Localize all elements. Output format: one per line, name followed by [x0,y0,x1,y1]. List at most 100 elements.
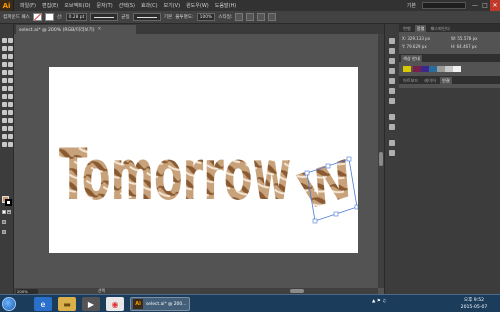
close-button[interactable]: ✕ [490,0,500,11]
maximize-button[interactable]: □ [480,0,490,11]
artwork-svg[interactable]: Tomorrow W [49,67,358,253]
lasso-tool-icon[interactable] [8,46,13,51]
screen-mode-icon[interactable] [2,230,6,234]
workspace-switcher[interactable]: 기본 [407,2,416,9]
menu-window[interactable]: 윈도우(W) [186,2,209,9]
free-transform-tool-icon[interactable] [8,94,13,99]
eyedropper-tool-icon[interactable] [2,118,7,123]
rectangle-tool-icon[interactable] [8,62,13,67]
tab-layers[interactable]: 레이어 [422,77,438,84]
taskbar-illustrator-button[interactable]: Ai select.ai* @ 200... [130,297,190,311]
align-icon[interactable] [257,13,266,21]
mesh-tool-icon[interactable] [2,110,7,115]
artboards-panel-icon[interactable] [389,150,395,156]
menu-object[interactable]: 오브젝트(O) [64,2,90,9]
transform-w-field[interactable]: W: 55.578 px [451,36,478,41]
gradient-tool-icon[interactable] [8,110,13,115]
menu-edit[interactable]: 편집(E) [42,2,58,9]
blend-tool-icon[interactable] [8,118,13,123]
transform-h-field[interactable]: H: 64.467 px [451,44,477,49]
media-player-icon[interactable]: ▶ [82,297,100,311]
vertical-scroll-thumb[interactable] [379,152,383,166]
fill-swatch[interactable] [32,13,42,21]
minimize-button[interactable]: — [470,0,480,11]
color-panel-icon[interactable] [389,38,395,44]
width-tool-icon[interactable] [2,94,7,99]
type-tool-icon[interactable] [8,54,13,59]
zoom-tool-icon[interactable] [8,142,13,147]
gradient-panel-icon[interactable] [389,88,395,94]
menu-help[interactable]: 도움말(H) [215,2,236,9]
slice-tool-icon[interactable] [8,134,13,139]
transform-x-field[interactable]: X: 329.133 px [402,36,430,41]
color-guide-swatch[interactable] [429,66,437,72]
graphic-styles-panel-icon[interactable] [389,124,395,130]
internet-explorer-icon[interactable]: e [34,297,52,311]
magic-wand-tool-icon[interactable] [2,46,7,51]
document-tab[interactable]: select.ai* @ 200% (RGB/미리보기) ✕ [16,25,136,34]
fill-stroke-widget[interactable] [2,196,12,206]
menu-select[interactable]: 선택(S) [119,2,135,9]
blob-brush-tool-icon[interactable] [2,78,7,83]
system-clock[interactable]: 오후 9:52 2015-05-07 [452,297,496,311]
color-guide-swatch[interactable] [445,66,453,72]
transform-y-field[interactable]: Y: 79.629 px [402,44,427,49]
stroke-weight-field[interactable]: 0.28 pt [65,13,88,21]
swatches-panel-icon[interactable] [389,48,395,54]
file-explorer-icon[interactable]: ▬ [58,297,76,311]
opacity-field[interactable]: 100% [196,13,216,21]
pen-tool-icon[interactable] [2,54,7,59]
horizontal-scroll-thumb[interactable] [290,289,304,293]
symbol-sprayer-tool-icon[interactable] [2,126,7,131]
color-guide-swatch[interactable] [421,66,429,72]
direct-selection-tool-icon[interactable] [8,38,13,43]
transform-icon[interactable] [268,13,277,21]
column-graph-tool-icon[interactable] [8,126,13,131]
paintbrush-tool-icon[interactable] [2,70,7,75]
tab-pathfinder[interactable]: 패스파인더 [428,25,451,32]
perspective-grid-tool-icon[interactable] [8,102,13,107]
color-guide-swatch[interactable] [437,66,445,72]
menu-type[interactable]: 문자(T) [97,2,113,9]
tab-close-icon[interactable]: ✕ [98,27,102,32]
line-tool-icon[interactable] [2,62,7,67]
brush-definition[interactable] [132,13,161,21]
tab-transform[interactable]: 변형 [401,25,413,32]
tab-links[interactable]: 연결 [439,77,452,84]
stroke-swatch[interactable] [44,13,54,21]
graphic-style-picker[interactable] [235,13,244,21]
tab-artboards[interactable]: 아트보드 [401,77,420,84]
help-search-input[interactable] [422,2,466,9]
menu-file[interactable]: 파일(F) [20,2,36,9]
pencil-tool-icon[interactable] [8,70,13,75]
tab-color-guide[interactable]: 색상 안내 [401,55,422,62]
zoom-level-field[interactable]: 200% [16,288,38,294]
appearance-panel-icon[interactable] [389,114,395,120]
color-guide-base-swatch[interactable] [403,66,411,72]
color-mode-icon[interactable] [2,210,6,214]
tab-align[interactable]: 정렬 [414,25,427,32]
tomorrow-text[interactable]: Tomorrow [59,134,291,216]
variable-width-profile[interactable] [90,13,119,21]
menu-view[interactable]: 보기(V) [164,2,181,9]
recolor-artwork-icon[interactable] [246,13,255,21]
start-button[interactable] [2,297,16,311]
scale-tool-icon[interactable] [8,86,13,91]
artboard[interactable]: Tomorrow W [49,67,358,253]
layers-panel-icon[interactable] [389,140,395,146]
eraser-tool-icon[interactable] [8,78,13,83]
menu-effect[interactable]: 효과(C) [141,2,158,9]
stroke-panel-icon[interactable] [389,78,395,84]
artboard-tool-icon[interactable] [2,134,7,139]
brushes-panel-icon[interactable] [389,58,395,64]
rotate-tool-icon[interactable] [2,86,7,91]
system-tray[interactable]: ▲ ⚑ ♫ [372,299,386,304]
canvas-area[interactable]: Tomorrow W [14,34,378,288]
color-guide-swatch[interactable] [413,66,421,72]
color-guide-swatch[interactable] [453,66,461,72]
selection-tool-icon[interactable] [2,38,7,43]
gradient-mode-icon[interactable] [7,210,11,214]
shape-builder-tool-icon[interactable] [2,102,7,107]
drawing-mode-icon[interactable] [2,220,6,224]
symbols-panel-icon[interactable] [389,68,395,74]
